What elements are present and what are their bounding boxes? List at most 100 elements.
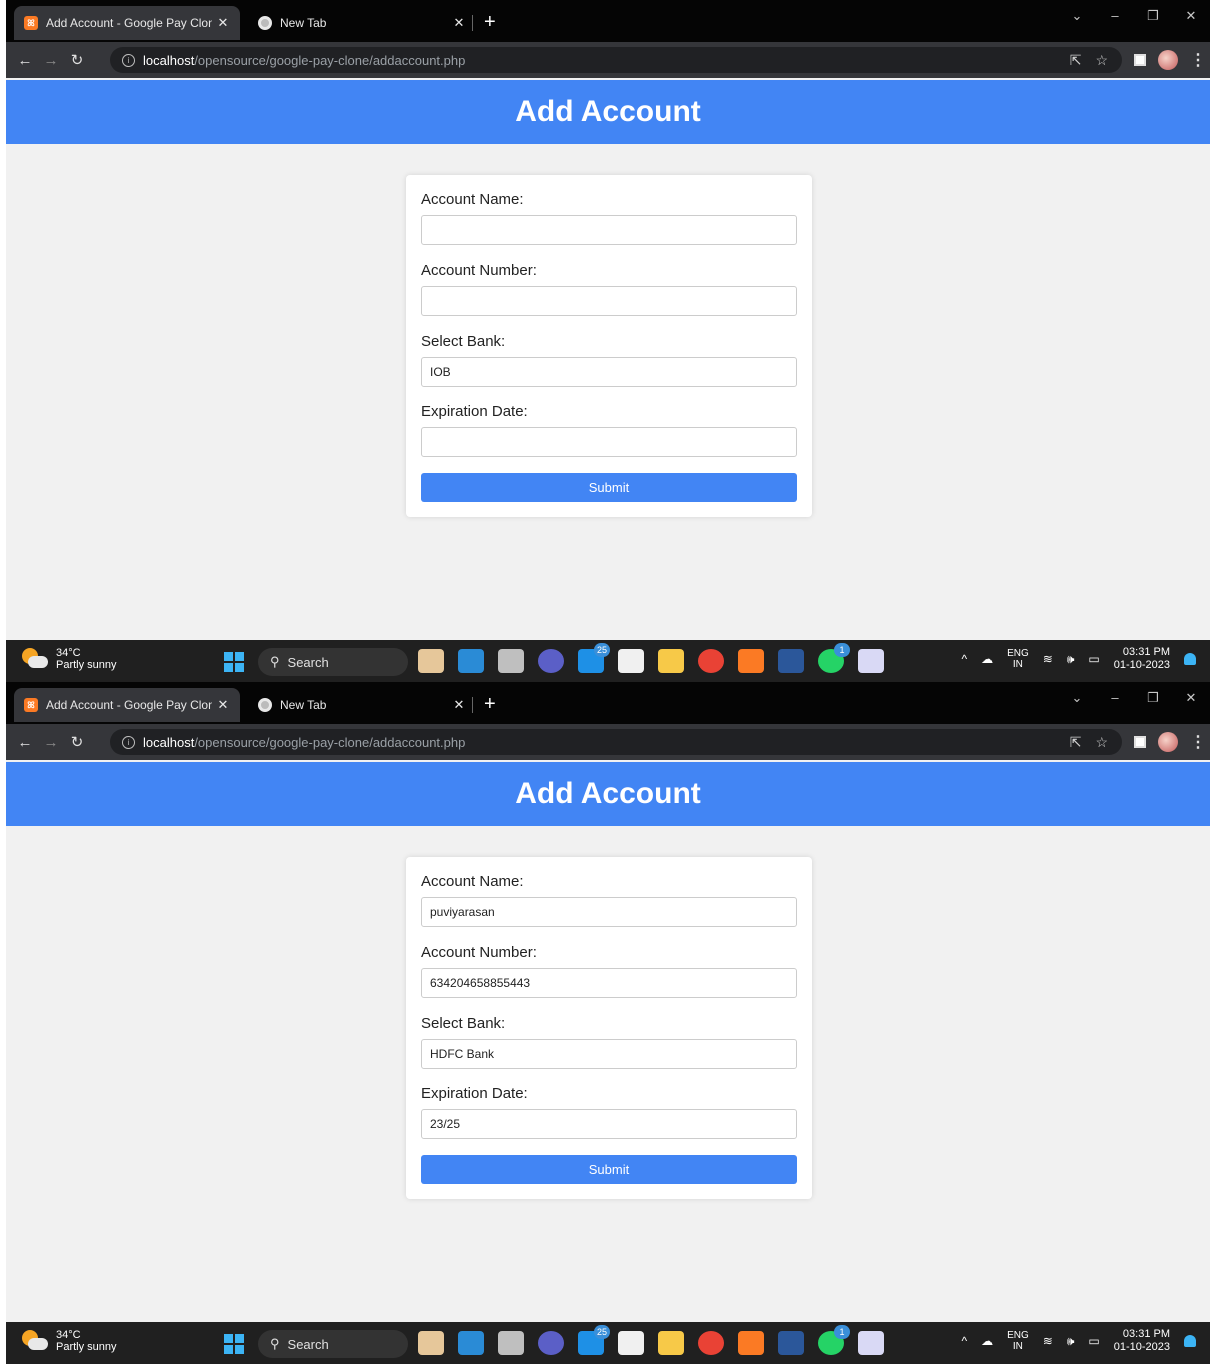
mail-app-icon[interactable]: 25 (578, 643, 610, 673)
tab-new-tab[interactable]: New Tab ✕ (248, 688, 476, 722)
onedrive-cloud-icon[interactable]: ☁ (981, 1334, 993, 1348)
expiration-date-input[interactable]: 23/25 (421, 1109, 797, 1139)
address-bar[interactable]: i localhost /opensource/google-pay-clone… (110, 47, 1122, 73)
tab-add-account[interactable]: ꕤ Add Account - Google Pay Clon ✕ (14, 6, 240, 40)
microsoft-store-icon[interactable] (618, 649, 644, 673)
taskbar-search[interactable]: ⚲ Search (258, 648, 408, 676)
tab-close-icon[interactable]: ✕ (448, 15, 470, 31)
file-explorer-icon[interactable] (658, 649, 684, 673)
chevron-up-icon[interactable]: ^ (961, 652, 967, 666)
word-taskbar-icon[interactable] (778, 1331, 804, 1355)
tab-search-icon[interactable]: ⌄ (1058, 690, 1096, 706)
mail-app-icon[interactable]: 25 (578, 1325, 610, 1355)
language-indicator[interactable]: ENG IN (1007, 1330, 1029, 1352)
volume-icon[interactable]: 🕪 (1067, 1334, 1075, 1349)
clock-date: 01-10-2023 (1113, 1341, 1170, 1353)
notification-bell-icon[interactable] (1184, 1335, 1196, 1347)
tab-close-icon[interactable]: ✕ (212, 697, 234, 713)
site-info-icon[interactable]: i (122, 735, 135, 749)
teams-chat-icon[interactable] (538, 1331, 564, 1355)
teams-chat-icon[interactable] (538, 649, 564, 673)
wifi-icon[interactable]: ≋ (1043, 1334, 1053, 1348)
windows-start-icon[interactable] (224, 652, 244, 672)
microsoft-store-icon[interactable] (618, 1331, 644, 1355)
forward-arrow-icon[interactable]: → (38, 52, 64, 69)
whatsapp-taskbar-icon[interactable]: 1 (818, 643, 850, 673)
tab-add-account[interactable]: ꕤ Add Account - Google Pay Clon ✕ (14, 688, 240, 722)
account-name-input[interactable] (421, 215, 797, 245)
share-icon[interactable]: ⇱ (1070, 52, 1082, 69)
share-icon[interactable]: ⇱ (1070, 734, 1082, 751)
weather-condition: Partly sunny (56, 1341, 117, 1353)
reload-icon[interactable]: ↻ (64, 733, 90, 751)
chrome-taskbar-icon[interactable] (698, 649, 724, 673)
back-arrow-icon[interactable]: ← (12, 734, 38, 751)
forward-arrow-icon[interactable]: → (38, 734, 64, 751)
taskbar-search[interactable]: ⚲ Search (258, 1330, 408, 1358)
minimize-icon[interactable]: – (1096, 8, 1134, 24)
chevron-up-icon[interactable]: ^ (961, 1334, 967, 1348)
back-arrow-icon[interactable]: ← (12, 52, 38, 69)
notification-bell-icon[interactable] (1184, 653, 1196, 665)
photoshop-express-icon[interactable] (458, 1331, 484, 1355)
xampp-taskbar-icon[interactable] (738, 1331, 764, 1355)
language-indicator[interactable]: ENG IN (1007, 648, 1029, 670)
volume-icon[interactable]: 🕪 (1067, 652, 1075, 667)
photoshop-express-icon[interactable] (458, 649, 484, 673)
expiration-date-input[interactable] (421, 427, 797, 457)
wifi-icon[interactable]: ≋ (1043, 652, 1053, 666)
clock-time: 03:31 PM (1122, 1328, 1170, 1340)
tab-new-tab[interactable]: New Tab ✕ (248, 6, 476, 40)
windows-start-icon[interactable] (224, 1334, 244, 1354)
chrome-taskbar-icon[interactable] (698, 1331, 724, 1355)
account-name-input[interactable]: puviyarasan (421, 897, 797, 927)
widgets-app-icon[interactable] (418, 1331, 444, 1355)
clock[interactable]: 03:31 PM 01-10-2023 (1114, 646, 1170, 672)
profile-avatar[interactable] (1158, 50, 1178, 70)
new-tab-button[interactable]: + (484, 12, 496, 32)
xampp-taskbar-icon[interactable] (738, 649, 764, 673)
whatsapp-taskbar-icon[interactable]: 1 (818, 1325, 850, 1355)
snipping-tool-icon[interactable] (858, 649, 884, 673)
mail-badge: 25 (593, 1325, 610, 1339)
restore-icon[interactable]: ❐ (1134, 690, 1172, 706)
weather-widget[interactable]: 34°C Partly sunny (22, 647, 117, 671)
kebab-menu-icon[interactable]: ⋮ (1190, 732, 1206, 752)
word-taskbar-icon[interactable] (778, 649, 804, 673)
widgets-app-icon[interactable] (418, 649, 444, 673)
bank-select[interactable]: HDFC Bank (421, 1039, 797, 1069)
bookmark-star-icon[interactable]: ☆ (1095, 734, 1108, 751)
task-view-icon[interactable] (498, 649, 524, 673)
close-window-icon[interactable]: ✕ (1172, 8, 1210, 24)
file-explorer-icon[interactable] (658, 1331, 684, 1355)
new-tab-button[interactable]: + (484, 694, 496, 714)
lang-code: ENG (1007, 648, 1029, 659)
tab-search-icon[interactable]: ⌄ (1058, 8, 1096, 24)
profile-avatar[interactable] (1158, 732, 1178, 752)
address-bar[interactable]: i localhost /opensource/google-pay-clone… (110, 729, 1122, 755)
battery-icon[interactable]: ▭ (1088, 1334, 1099, 1348)
bank-select[interactable]: IOB (421, 357, 797, 387)
onedrive-cloud-icon[interactable]: ☁ (981, 652, 993, 666)
minimize-icon[interactable]: – (1096, 690, 1134, 706)
kebab-menu-icon[interactable]: ⋮ (1190, 50, 1206, 70)
clock[interactable]: 03:31 PM 01-10-2023 (1114, 1328, 1170, 1354)
submit-button[interactable]: Submit (421, 473, 797, 502)
tab-close-icon[interactable]: ✕ (212, 15, 234, 31)
bookmark-star-icon[interactable]: ☆ (1095, 52, 1108, 69)
restore-icon[interactable]: ❐ (1134, 8, 1172, 24)
battery-icon[interactable]: ▭ (1088, 652, 1099, 666)
account-number-input[interactable] (421, 286, 797, 316)
reload-icon[interactable]: ↻ (64, 51, 90, 69)
partly-sunny-icon (22, 1330, 48, 1352)
submit-button[interactable]: Submit (421, 1155, 797, 1184)
snipping-tool-icon[interactable] (858, 1331, 884, 1355)
weather-widget[interactable]: 34°C Partly sunny (22, 1329, 117, 1353)
site-info-icon[interactable]: i (122, 53, 135, 67)
close-window-icon[interactable]: ✕ (1172, 690, 1210, 706)
side-panel-icon[interactable] (1134, 736, 1146, 748)
tab-close-icon[interactable]: ✕ (448, 697, 470, 713)
task-view-icon[interactable] (498, 1331, 524, 1355)
account-number-input[interactable]: 634204658855443 (421, 968, 797, 998)
side-panel-icon[interactable] (1134, 54, 1146, 66)
